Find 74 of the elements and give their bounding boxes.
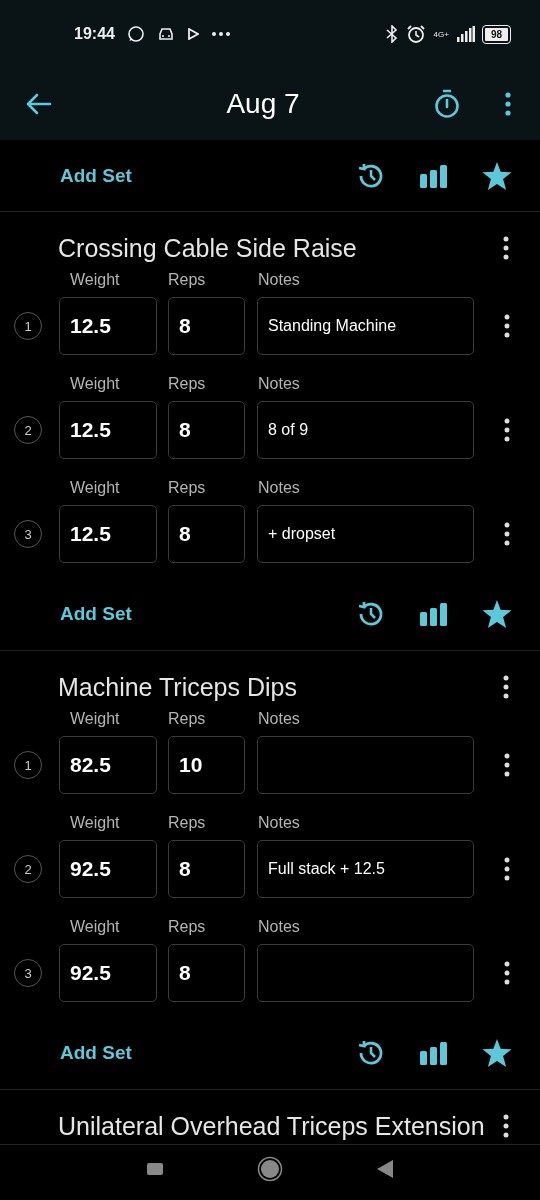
bluetooth-icon: [385, 25, 398, 43]
notes-field[interactable]: + dropset: [257, 505, 474, 563]
more-options-icon[interactable]: [503, 857, 511, 881]
signal-icon: [456, 26, 475, 42]
notes-field[interactable]: Full stack + 12.5: [257, 840, 474, 898]
reps-field[interactable]: 8: [168, 944, 245, 1002]
notes-label: Notes: [258, 271, 300, 289]
exercise-title: Machine Triceps Dips: [58, 672, 298, 703]
notes-label: Notes: [258, 918, 300, 936]
more-options-icon[interactable]: [503, 522, 511, 546]
reps-field[interactable]: 8: [168, 505, 245, 563]
more-options-icon[interactable]: [502, 675, 510, 699]
more-options-icon[interactable]: [503, 961, 511, 985]
notes-field[interactable]: [257, 944, 474, 1002]
back-arrow-icon[interactable]: [26, 93, 52, 115]
reps-label: Reps: [168, 271, 207, 289]
weight-field[interactable]: 12.5: [59, 505, 157, 563]
weight-label: Weight: [70, 375, 121, 393]
weight-field[interactable]: 92.5: [59, 944, 157, 1002]
notes-label: Notes: [258, 710, 300, 728]
notes-field[interactable]: [257, 736, 474, 794]
add-set-button[interactable]: Add Set: [48, 1036, 144, 1070]
home-icon[interactable]: [257, 1156, 283, 1182]
more-options-icon[interactable]: [503, 753, 511, 777]
weight-field[interactable]: 92.5: [59, 840, 157, 898]
recents-icon[interactable]: [146, 1162, 165, 1176]
reps-field[interactable]: 8: [168, 840, 245, 898]
alarm-icon: [405, 24, 426, 44]
status-time: 19:44: [74, 25, 115, 43]
battery-indicator: 98: [482, 25, 510, 43]
notes-field[interactable]: Standing Machine: [257, 297, 474, 355]
notes-label: Notes: [258, 479, 300, 497]
star-icon[interactable]: [482, 162, 512, 190]
more-options-icon[interactable]: [503, 418, 511, 442]
weight-field[interactable]: 12.5: [59, 401, 157, 459]
reps-label: Reps: [168, 375, 207, 393]
bar-chart-icon[interactable]: [420, 164, 448, 188]
reps-field[interactable]: 8: [168, 401, 245, 459]
add-set-button[interactable]: Add Set: [48, 597, 144, 631]
weight-label: Weight: [70, 814, 121, 832]
notes-label: Notes: [258, 814, 300, 832]
more-options-icon[interactable]: [502, 236, 510, 260]
weight-label: Weight: [70, 710, 121, 728]
back-icon[interactable]: [375, 1159, 394, 1179]
more-options-icon[interactable]: [502, 1114, 510, 1138]
notes-field[interactable]: 8 of 9: [257, 401, 474, 459]
star-icon[interactable]: [482, 600, 512, 628]
more-options-icon[interactable]: [503, 314, 511, 338]
reps-field[interactable]: 8: [168, 297, 245, 355]
play-icon: [186, 28, 199, 40]
network-label: 4G+: [433, 29, 449, 39]
reps-label: Reps: [168, 479, 207, 497]
notes-label: Notes: [258, 375, 300, 393]
screen-title: Aug 7: [225, 88, 301, 120]
bar-chart-icon[interactable]: [420, 602, 448, 626]
exercise-title: Unilateral Overhead Triceps Extension: [58, 1111, 486, 1142]
stopwatch-icon[interactable]: [434, 89, 460, 119]
weight-label: Weight: [70, 479, 121, 497]
more-options-icon[interactable]: [504, 92, 512, 116]
weight-label: Weight: [70, 271, 121, 289]
reps-field[interactable]: 10: [168, 736, 245, 794]
weight-field[interactable]: 82.5: [59, 736, 157, 794]
star-icon[interactable]: [482, 1039, 512, 1067]
exercise-title: Crossing Cable Side Raise: [58, 233, 358, 264]
reps-label: Reps: [168, 814, 207, 832]
reps-label: Reps: [168, 710, 207, 728]
reps-label: Reps: [168, 918, 207, 936]
chat-app-icon: [126, 25, 145, 43]
add-set-button[interactable]: Add Set: [48, 159, 144, 193]
weight-label: Weight: [70, 918, 121, 936]
more-notifications-icon: [210, 31, 231, 37]
car-icon: [156, 26, 175, 42]
bar-chart-icon[interactable]: [420, 1041, 448, 1065]
weight-field[interactable]: 12.5: [59, 297, 157, 355]
